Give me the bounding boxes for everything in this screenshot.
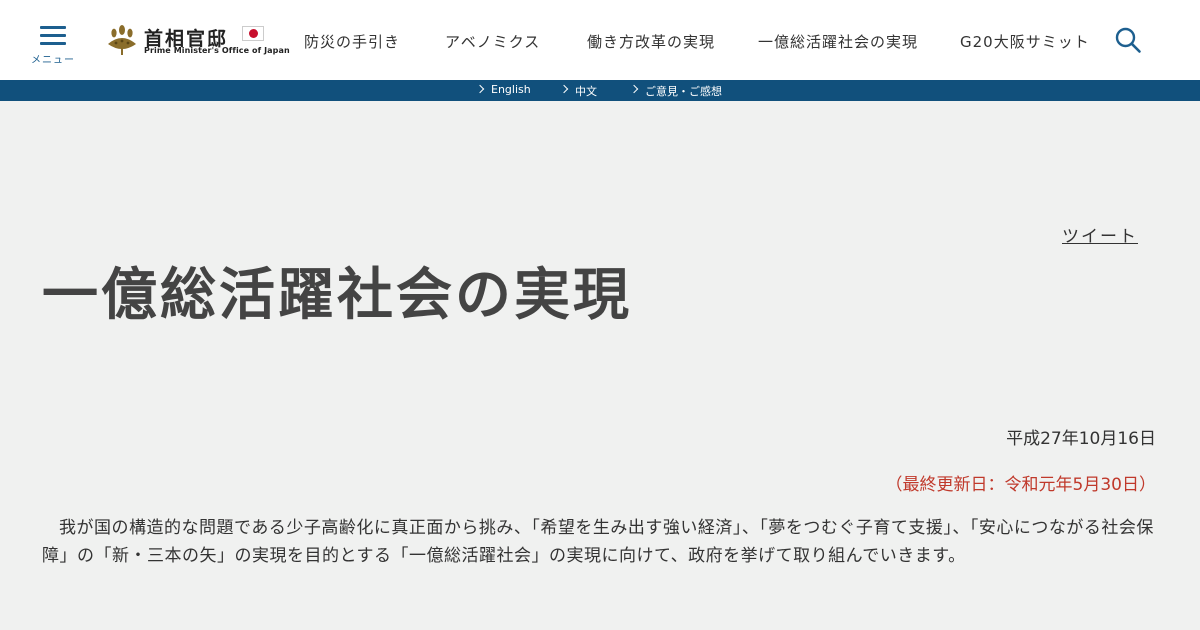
nav-item-work-style-reform[interactable]: 働き方改革の実現 [587,31,715,52]
nav-item-g20-osaka[interactable]: G20大阪サミット [960,31,1090,52]
tweet-link[interactable]: ツイート [1062,222,1138,247]
chevron-right-icon [475,84,485,94]
hamburger-icon-bar [40,42,66,45]
logo-english-text: Prime Minister's Office of Japan [144,46,290,55]
nav-item-abenomics[interactable]: アベノミクス [445,31,540,52]
page-title: 一億総活躍社会の実現 [42,263,632,328]
nav-item-dynamic-engagement[interactable]: 一億総活躍社会の実現 [758,31,918,52]
chevron-right-icon [629,84,639,94]
hamburger-icon-bar [40,34,66,37]
lang-link-feedback[interactable]: ご意見・ご感想 [629,83,722,99]
lang-link-label: 中文 [575,85,597,98]
lang-link-chinese[interactable]: 中文 [559,83,597,99]
menu-button[interactable]: メニュー [30,22,76,66]
hamburger-icon [40,26,66,29]
paulownia-emblem-icon [108,25,136,55]
publish-date: 平成27年10月16日 [1006,429,1156,449]
lang-link-label: ご意見・ご感想 [645,85,722,98]
flag-sun [249,29,258,38]
chevron-right-icon [559,84,569,94]
site-logo[interactable]: 首相官邸 Prime Minister's Office of Japan [106,24,290,58]
article-body: 我が国の構造的な問題である少子高齢化に真正面から挑み、「希望を生み出す強い経済」… [42,518,1154,566]
japan-flag-icon [242,26,264,41]
search-icon[interactable] [1114,26,1142,54]
lang-link-english[interactable]: English [475,83,531,96]
last-updated-date: （最終更新日：令和元年5月30日） [885,475,1156,495]
lang-link-label: English [491,83,531,96]
nav-item-disaster-guide[interactable]: 防災の手引き [304,31,400,52]
site-header: メニュー 首相官邸 Prime Minister's Office of Jap… [0,0,1200,80]
menu-label: メニュー [31,55,75,66]
language-bar: English 中文 ご意見・ご感想 [0,80,1200,101]
